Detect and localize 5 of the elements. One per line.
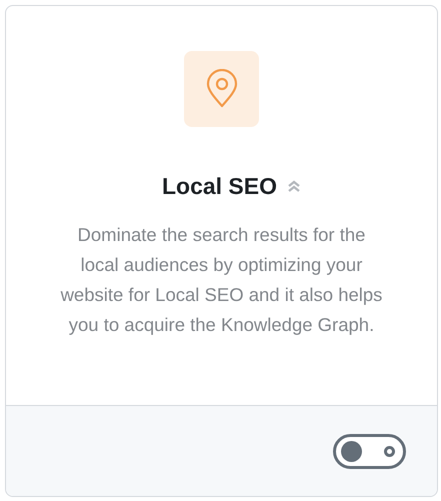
toggle-switch[interactable] — [333, 434, 406, 469]
double-chevron-up-icon — [287, 179, 302, 194]
card-description: Dominate the search results for the local audiences by optimizing your website for Local SEO and it also helps you to acquire the Knowledge Graph. — [60, 222, 384, 337]
map-pin-icon — [184, 51, 259, 127]
card-title: Local SEO — [162, 172, 278, 201]
